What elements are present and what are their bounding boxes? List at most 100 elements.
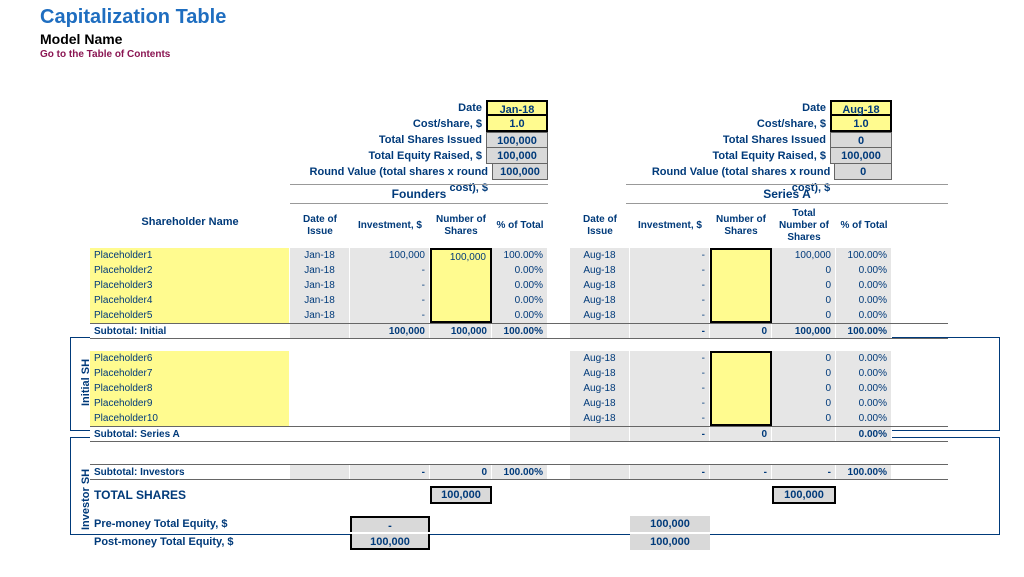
cell-date: Jan-18 xyxy=(290,293,350,308)
cell-total-shares: 0 xyxy=(772,351,836,366)
cell-pct: 0.00% xyxy=(836,351,892,366)
hdr-num-a: Number of Shares xyxy=(710,204,772,248)
sub-init-pct-a: 100.00% xyxy=(836,324,892,338)
toc-link[interactable]: Go to the Table of Contents xyxy=(40,49,1004,60)
cell-shares[interactable] xyxy=(430,293,492,308)
cell-shares[interactable] xyxy=(710,278,772,293)
cell-date: Aug-18 xyxy=(570,248,630,263)
cell-shares[interactable] xyxy=(710,396,772,411)
table-row: Placeholder3Jan-18-0.00%Aug-18-00.00% xyxy=(90,278,948,293)
cell-total-shares: 0 xyxy=(772,411,836,426)
founders-cost[interactable]: 1.0 xyxy=(486,116,548,132)
cell-date: Aug-18 xyxy=(570,381,630,396)
cell-pct: 0.00% xyxy=(836,366,892,381)
total-shares-a: 100,000 xyxy=(772,486,836,504)
cell-date: Aug-18 xyxy=(570,308,630,323)
cell-pct: 0.00% xyxy=(492,278,548,293)
cell-investment: - xyxy=(630,278,710,293)
cell-shares[interactable] xyxy=(710,263,772,278)
cell-date: Aug-18 xyxy=(570,263,630,278)
shareholder-name[interactable]: Placeholder10 xyxy=(90,411,290,426)
seriesa-shares-issued: 0 xyxy=(830,132,892,148)
hdr-date-f: Date of Issue xyxy=(290,204,350,248)
round-seriesa: Series A xyxy=(626,184,948,204)
founders-date[interactable]: Jan-18 xyxy=(486,100,548,116)
shareholder-name[interactable]: Placeholder4 xyxy=(90,293,290,308)
cell-date: Aug-18 xyxy=(570,293,630,308)
label-tsi-a: Total Shares Issued xyxy=(723,132,830,148)
cell-pct: 0.00% xyxy=(492,308,548,323)
label-rv-a: Round Value (total shares x round cost),… xyxy=(626,164,834,180)
post-money-f: 100,000 xyxy=(350,534,430,550)
founders-shares-issued: 100,000 xyxy=(486,132,548,148)
table-row: Placeholder4Jan-18-0.00%Aug-18-00.00% xyxy=(90,293,948,308)
sub-inv-pct-f: 100.00% xyxy=(492,465,548,479)
cell-investment: - xyxy=(350,278,430,293)
sub-sa-tot xyxy=(772,427,836,441)
cell-shares[interactable]: 100,000 xyxy=(430,248,492,263)
post-money-a: 100,000 xyxy=(630,534,710,550)
sub-sa-num: 0 xyxy=(710,427,772,441)
seriesa-date[interactable]: Aug-18 xyxy=(830,100,892,116)
cell-date: Jan-18 xyxy=(290,308,350,323)
hdr-num-f: Number of Shares xyxy=(430,204,492,248)
table-row: Placeholder1Jan-18100,000100,000100.00%A… xyxy=(90,248,948,263)
shareholder-name[interactable]: Placeholder5 xyxy=(90,308,290,323)
shareholder-name[interactable]: Placeholder8 xyxy=(90,381,290,396)
cell-investment: 100,000 xyxy=(350,248,430,263)
cell-date: Aug-18 xyxy=(570,366,630,381)
cell-shares[interactable] xyxy=(430,278,492,293)
cell-shares[interactable] xyxy=(430,308,492,323)
table-row: Placeholder10Aug-18-00.00% xyxy=(90,411,948,426)
seriesa-cost[interactable]: 1.0 xyxy=(830,116,892,132)
sub-inv-num-a: - xyxy=(710,465,772,479)
sub-inv-num-f: 0 xyxy=(430,465,492,479)
sub-init-num-a: 0 xyxy=(710,324,772,338)
cell-pct: 0.00% xyxy=(836,411,892,426)
shareholder-name[interactable]: Placeholder9 xyxy=(90,396,290,411)
cell-total-shares: 0 xyxy=(772,293,836,308)
cell-pct: 100.00% xyxy=(836,248,892,263)
cell-shares[interactable] xyxy=(430,263,492,278)
cell-shares[interactable] xyxy=(710,351,772,366)
cell-total-shares: 100,000 xyxy=(772,248,836,263)
founders-round-value: 100,000 xyxy=(492,164,548,180)
shareholder-name[interactable]: Placeholder2 xyxy=(90,263,290,278)
model-name: Model Name xyxy=(40,31,1004,47)
pre-money-a: 100,000 xyxy=(630,516,710,532)
cell-shares[interactable] xyxy=(710,411,772,426)
total-shares-label: TOTAL SHARES xyxy=(90,488,290,502)
cell-date: Aug-18 xyxy=(570,411,630,426)
table-row: Placeholder6Aug-18-00.00% xyxy=(90,351,948,366)
shareholder-name[interactable]: Placeholder7 xyxy=(90,366,290,381)
cell-shares[interactable] xyxy=(710,293,772,308)
cell-investment: - xyxy=(630,351,710,366)
sub-inv-inv-a: - xyxy=(630,465,710,479)
hdr-pct-f: % of Total xyxy=(492,204,548,248)
cell-investment: - xyxy=(630,381,710,396)
hdr-pct-a: % of Total xyxy=(836,204,892,248)
shareholder-name[interactable]: Placeholder6 xyxy=(90,351,290,366)
seriesa-equity-raised: 100,000 xyxy=(830,148,892,164)
cell-date: Jan-18 xyxy=(290,278,350,293)
shareholder-name[interactable]: Placeholder3 xyxy=(90,278,290,293)
label-cost-a: Cost/share, $ xyxy=(757,116,830,132)
cell-investment: - xyxy=(630,293,710,308)
sub-inv-inv-f: - xyxy=(350,465,430,479)
sub-init-num-f: 100,000 xyxy=(430,324,492,338)
label-date: Date xyxy=(458,100,486,116)
subtotal-seriesa-label: Subtotal: Series A xyxy=(90,427,290,441)
cell-shares[interactable] xyxy=(710,248,772,263)
shareholder-name[interactable]: Placeholder1 xyxy=(90,248,290,263)
table-row: Placeholder8Aug-18-00.00% xyxy=(90,381,948,396)
label-cost: Cost/share, $ xyxy=(413,116,486,132)
cell-investment: - xyxy=(350,263,430,278)
cell-shares[interactable] xyxy=(710,308,772,323)
cell-investment: - xyxy=(630,248,710,263)
sub-inv-tot-a: - xyxy=(772,465,836,479)
cell-shares[interactable] xyxy=(710,366,772,381)
subtotal-investors-label: Subtotal: Investors xyxy=(90,465,290,479)
label-rv: Round Value (total shares x round cost),… xyxy=(290,164,492,180)
hdr-inv-f: Investment, $ xyxy=(350,204,430,248)
cell-shares[interactable] xyxy=(710,381,772,396)
